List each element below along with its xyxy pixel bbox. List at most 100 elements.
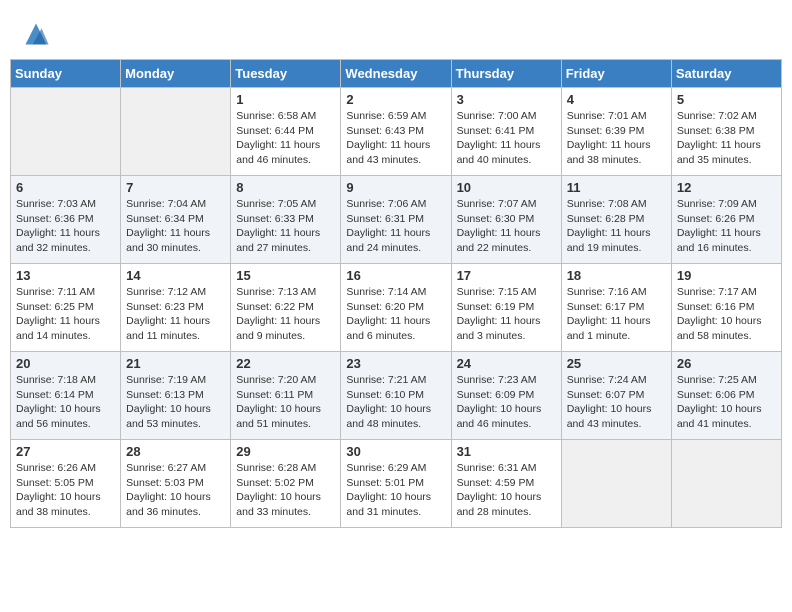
calendar-cell: 12Sunrise: 7:09 AMSunset: 6:26 PMDayligh… — [671, 176, 781, 264]
calendar-cell: 7Sunrise: 7:04 AMSunset: 6:34 PMDaylight… — [121, 176, 231, 264]
calendar-cell: 11 Sunrise: 7:08 AMSunset: 6:28 PMDayligh… — [561, 176, 671, 264]
col-header-saturday: Saturday — [671, 60, 781, 88]
day-info: Sunrise: 6:26 AMSunset: 5:05 PMDaylight:… — [16, 461, 115, 520]
calendar-week-1: 6 Sunrise: 7:03 AMSunset: 6:36 PMDaylight… — [11, 176, 782, 264]
logo-icon — [22, 20, 50, 48]
calendar-cell: 28Sunrise: 6:27 AMSunset: 5:03 PMDayligh… — [121, 440, 231, 528]
calendar-header-row: SundayMondayTuesdayWednesdayThursdayFrid… — [11, 60, 782, 88]
day-info: Sunrise: 6:28 AMSunset: 5:02 PMDaylight:… — [236, 461, 335, 520]
calendar-cell: 6 Sunrise: 7:03 AMSunset: 6:36 PMDaylight… — [11, 176, 121, 264]
day-info: Sunrise: 7:06 AMSunset: 6:31 PMDaylight:… — [346, 197, 445, 256]
logo — [20, 20, 50, 48]
day-number: 5 — [677, 92, 776, 107]
day-info: Sunrise: 6:58 AMSunset: 6:44 PMDaylight:… — [236, 109, 335, 168]
calendar-cell: 14 Sunrise: 7:12 AMSunset: 6:23 PMDayligh… — [121, 264, 231, 352]
day-info: Sunrise: 7:14 AMSunset: 6:20 PMDaylight:… — [346, 285, 445, 344]
day-number: 19 — [677, 268, 776, 283]
day-info: Sunrise: 7:09 AMSunset: 6:26 PMDaylight:… — [677, 197, 776, 256]
calendar-cell: 19Sunrise: 7:17 AMSunset: 6:16 PMDayligh… — [671, 264, 781, 352]
day-info: Sunrise: 7:07 AMSunset: 6:30 PMDaylight:… — [457, 197, 556, 256]
calendar-cell: 30 Sunrise: 6:29 AMSunset: 5:01 PMDayligh… — [341, 440, 451, 528]
day-number: 21 — [126, 356, 225, 371]
calendar-week-2: 13 Sunrise: 7:11 AMSunset: 6:25 PMDayligh… — [11, 264, 782, 352]
day-info: Sunrise: 7:04 AMSunset: 6:34 PMDaylight:… — [126, 197, 225, 256]
calendar-table: SundayMondayTuesdayWednesdayThursdayFrid… — [10, 59, 782, 528]
day-number: 26 — [677, 356, 776, 371]
day-info: Sunrise: 7:23 AMSunset: 6:09 PMDaylight:… — [457, 373, 556, 432]
calendar-cell: 18 Sunrise: 7:16 AMSunset: 6:17 PMDayligh… — [561, 264, 671, 352]
day-info: Sunrise: 7:19 AMSunset: 6:13 PMDaylight:… — [126, 373, 225, 432]
day-number: 15 — [236, 268, 335, 283]
calendar-cell: 25Sunrise: 7:24 AMSunset: 6:07 PMDayligh… — [561, 352, 671, 440]
day-info: Sunrise: 7:15 AMSunset: 6:19 PMDaylight:… — [457, 285, 556, 344]
day-info: Sunrise: 7:25 AMSunset: 6:06 PMDaylight:… — [677, 373, 776, 432]
day-number: 20 — [16, 356, 115, 371]
day-number: 31 — [457, 444, 556, 459]
day-info: Sunrise: 7:00 AMSunset: 6:41 PMDaylight:… — [457, 109, 556, 168]
day-info: Sunrise: 6:29 AMSunset: 5:01 PMDaylight:… — [346, 461, 445, 520]
day-info: Sunrise: 7:02 AMSunset: 6:38 PMDaylight:… — [677, 109, 776, 168]
col-header-monday: Monday — [121, 60, 231, 88]
calendar-week-0: 1 Sunrise: 6:58 AMSunset: 6:44 PMDaylight… — [11, 88, 782, 176]
day-info: Sunrise: 6:31 AMSunset: 4:59 PMDaylight:… — [457, 461, 556, 520]
day-number: 24 — [457, 356, 556, 371]
day-number: 28 — [126, 444, 225, 459]
day-number: 10 — [457, 180, 556, 195]
day-info: Sunrise: 7:16 AMSunset: 6:17 PMDaylight:… — [567, 285, 666, 344]
day-number: 16 — [346, 268, 445, 283]
page-header — [10, 10, 782, 53]
calendar-cell — [561, 440, 671, 528]
day-number: 11 — [567, 180, 666, 195]
day-number: 2 — [346, 92, 445, 107]
day-info: Sunrise: 7:21 AMSunset: 6:10 PMDaylight:… — [346, 373, 445, 432]
calendar-cell: 17 Sunrise: 7:15 AMSunset: 6:19 PMDayligh… — [451, 264, 561, 352]
calendar-week-3: 20 Sunrise: 7:18 AMSunset: 6:14 PMDayligh… — [11, 352, 782, 440]
day-info: Sunrise: 7:05 AMSunset: 6:33 PMDaylight:… — [236, 197, 335, 256]
col-header-tuesday: Tuesday — [231, 60, 341, 88]
day-number: 1 — [236, 92, 335, 107]
day-number: 29 — [236, 444, 335, 459]
day-number: 22 — [236, 356, 335, 371]
day-info: Sunrise: 7:03 AMSunset: 6:36 PMDaylight:… — [16, 197, 115, 256]
day-info: Sunrise: 7:20 AMSunset: 6:11 PMDaylight:… — [236, 373, 335, 432]
day-info: Sunrise: 7:13 AMSunset: 6:22 PMDaylight:… — [236, 285, 335, 344]
calendar-cell: 16 Sunrise: 7:14 AMSunset: 6:20 PMDayligh… — [341, 264, 451, 352]
day-info: Sunrise: 7:01 AMSunset: 6:39 PMDaylight:… — [567, 109, 666, 168]
calendar-cell: 15 Sunrise: 7:13 AMSunset: 6:22 PMDayligh… — [231, 264, 341, 352]
calendar-cell — [671, 440, 781, 528]
day-number: 27 — [16, 444, 115, 459]
day-info: Sunrise: 7:12 AMSunset: 6:23 PMDaylight:… — [126, 285, 225, 344]
day-number: 8 — [236, 180, 335, 195]
day-number: 30 — [346, 444, 445, 459]
calendar-cell: 8 Sunrise: 7:05 AMSunset: 6:33 PMDaylight… — [231, 176, 341, 264]
day-info: Sunrise: 6:59 AMSunset: 6:43 PMDaylight:… — [346, 109, 445, 168]
calendar-cell: 26 Sunrise: 7:25 AMSunset: 6:06 PMDayligh… — [671, 352, 781, 440]
day-number: 9 — [346, 180, 445, 195]
calendar-cell: 4 Sunrise: 7:01 AMSunset: 6:39 PMDaylight… — [561, 88, 671, 176]
calendar-cell: 1 Sunrise: 6:58 AMSunset: 6:44 PMDaylight… — [231, 88, 341, 176]
day-number: 18 — [567, 268, 666, 283]
day-number: 13 — [16, 268, 115, 283]
day-number: 17 — [457, 268, 556, 283]
day-info: Sunrise: 7:08 AMSunset: 6:28 PMDaylight:… — [567, 197, 666, 256]
calendar-cell: 22 Sunrise: 7:20 AMSunset: 6:11 PMDayligh… — [231, 352, 341, 440]
col-header-thursday: Thursday — [451, 60, 561, 88]
calendar-cell: 31 Sunrise: 6:31 AMSunset: 4:59 PMDayligh… — [451, 440, 561, 528]
day-info: Sunrise: 7:18 AMSunset: 6:14 PMDaylight:… — [16, 373, 115, 432]
day-number: 14 — [126, 268, 225, 283]
col-header-wednesday: Wednesday — [341, 60, 451, 88]
col-header-sunday: Sunday — [11, 60, 121, 88]
calendar-cell: 27 Sunrise: 6:26 AMSunset: 5:05 PMDayligh… — [11, 440, 121, 528]
calendar-cell: 9 Sunrise: 7:06 AMSunset: 6:31 PMDaylight… — [341, 176, 451, 264]
col-header-friday: Friday — [561, 60, 671, 88]
day-number: 4 — [567, 92, 666, 107]
calendar-cell: 23Sunrise: 7:21 AMSunset: 6:10 PMDayligh… — [341, 352, 451, 440]
calendar-week-4: 27 Sunrise: 6:26 AMSunset: 5:05 PMDayligh… — [11, 440, 782, 528]
calendar-cell — [121, 88, 231, 176]
day-number: 6 — [16, 180, 115, 195]
calendar-cell — [11, 88, 121, 176]
day-info: Sunrise: 7:11 AMSunset: 6:25 PMDaylight:… — [16, 285, 115, 344]
calendar-cell: 29 Sunrise: 6:28 AMSunset: 5:02 PMDayligh… — [231, 440, 341, 528]
calendar-cell: 2 Sunrise: 6:59 AMSunset: 6:43 PMDaylight… — [341, 88, 451, 176]
day-number: 3 — [457, 92, 556, 107]
